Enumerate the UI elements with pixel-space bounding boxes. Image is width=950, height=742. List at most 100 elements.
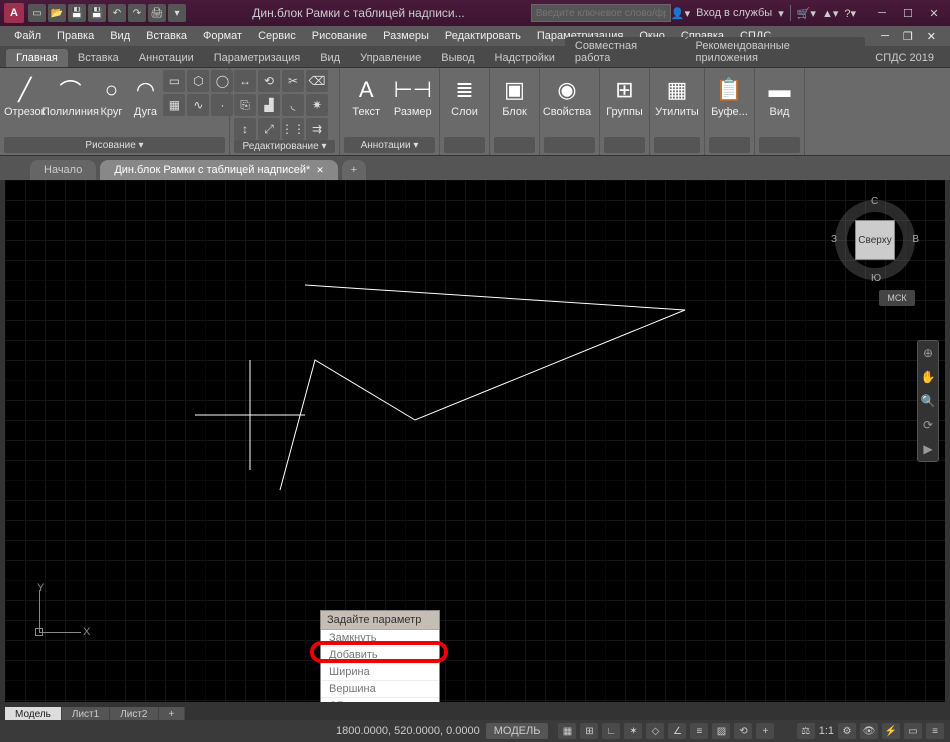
dyn-input-icon[interactable]: +: [756, 723, 774, 739]
app-logo[interactable]: A: [4, 3, 24, 23]
menu-file[interactable]: Файл: [8, 28, 47, 44]
cart-icon[interactable]: 🛒▾: [797, 7, 816, 20]
ctx-vertex[interactable]: Вершина: [321, 681, 439, 698]
otrack-toggle-icon[interactable]: ∠: [668, 723, 686, 739]
cycling-icon[interactable]: ⟲: [734, 723, 752, 739]
doc-restore-icon[interactable]: ❐: [897, 28, 919, 45]
nav-zoom-icon[interactable]: 🔍: [920, 393, 936, 409]
rect-icon[interactable]: ▭: [163, 70, 185, 92]
tab-home[interactable]: Главная: [6, 49, 68, 67]
nav-orbit-icon[interactable]: ⟳: [920, 417, 936, 433]
annotation-scale-icon[interactable]: ⚖: [797, 723, 815, 739]
minimize-button[interactable]: ─: [870, 4, 894, 22]
properties-button[interactable]: ◉Свойства: [544, 70, 590, 118]
tab-featured[interactable]: Рекомендованные приложения: [686, 37, 866, 67]
explode-icon[interactable]: ✷: [306, 94, 328, 116]
model-space-button[interactable]: МОДЕЛЬ: [486, 723, 549, 739]
menu-dimension[interactable]: Размеры: [377, 28, 435, 44]
menu-view[interactable]: Вид: [104, 28, 136, 44]
qat-print-icon[interactable]: 🖨: [148, 4, 166, 22]
spline-icon[interactable]: ∿: [187, 94, 209, 116]
scale-icon[interactable]: ⤢: [258, 118, 280, 140]
snap-toggle-icon[interactable]: ⊞: [580, 723, 598, 739]
nav-showmotion-icon[interactable]: ▶: [920, 441, 936, 457]
dimension-button[interactable]: ⊢⊣Размер: [391, 70, 436, 118]
panel-modify-title[interactable]: Редактирование ▾: [234, 140, 335, 153]
user-icon[interactable]: 👤▾: [671, 7, 690, 20]
maximize-button[interactable]: ☐: [896, 4, 920, 22]
block-button[interactable]: ▣Блок: [494, 70, 535, 118]
arc-button[interactable]: ◠Дуга: [129, 70, 161, 118]
tab-active-doc[interactable]: Дин.блок Рамки с таблицей надписей*✕: [100, 160, 337, 180]
array-icon[interactable]: ⋮⋮: [282, 118, 304, 140]
polyline-button[interactable]: ⌒Полилиния: [47, 70, 93, 118]
tab-view[interactable]: Вид: [310, 49, 350, 67]
tab-addins[interactable]: Надстройки: [485, 49, 565, 67]
close-button[interactable]: ✕: [922, 4, 946, 22]
trim-icon[interactable]: ✂: [282, 70, 304, 92]
menu-tools[interactable]: Сервис: [252, 28, 302, 44]
menu-edit[interactable]: Правка: [51, 28, 100, 44]
clean-screen-icon[interactable]: ▭: [904, 723, 922, 739]
hatch-icon[interactable]: ▦: [163, 94, 185, 116]
drawing-canvas[interactable]: Сверху С Ю В З МСК ⊕ ✋ 🔍 ⟳ ▶ Y X Задайте…: [5, 180, 945, 702]
nav-wheel-icon[interactable]: ⊕: [920, 345, 936, 361]
polar-toggle-icon[interactable]: ✶: [624, 723, 642, 739]
stretch-icon[interactable]: ↕: [234, 118, 256, 140]
customize-icon[interactable]: ≡: [926, 723, 944, 739]
circle-button[interactable]: ○Круг: [95, 70, 127, 118]
menu-draw[interactable]: Рисование: [306, 28, 373, 44]
close-tab-icon[interactable]: ✕: [316, 165, 324, 176]
viewcube[interactable]: Сверху С Ю В З: [835, 200, 915, 280]
copy-icon[interactable]: ⎘: [234, 94, 256, 116]
qat-open-icon[interactable]: 📂: [48, 4, 66, 22]
workspace-icon[interactable]: ⚙: [838, 723, 856, 739]
tab-annotate[interactable]: Аннотации: [129, 49, 204, 67]
clipboard-button[interactable]: 📋Буфе...: [709, 70, 750, 118]
menu-format[interactable]: Формат: [197, 28, 248, 44]
erase-icon[interactable]: ⌫: [306, 70, 328, 92]
mirror-icon[interactable]: ▟: [258, 94, 280, 116]
tab-manage[interactable]: Управление: [350, 49, 431, 67]
ortho-toggle-icon[interactable]: ∟: [602, 723, 620, 739]
panel-annot-title[interactable]: Аннотации ▾: [344, 137, 435, 153]
login-link[interactable]: Вход в службы: [696, 7, 772, 19]
search-input[interactable]: [531, 4, 671, 22]
tab-spds[interactable]: СПДС 2019: [865, 49, 944, 67]
wcs-badge[interactable]: МСК: [879, 290, 915, 306]
tab-insert[interactable]: Вставка: [68, 49, 129, 67]
ctx-width[interactable]: Ширина: [321, 664, 439, 681]
apps-icon[interactable]: ▲▾: [822, 7, 838, 20]
lwt-toggle-icon[interactable]: ≡: [690, 723, 708, 739]
tab-output[interactable]: Вывод: [431, 49, 484, 67]
hardware-accel-icon[interactable]: ⚡: [882, 723, 900, 739]
layers-button[interactable]: ≣Слои: [444, 70, 485, 118]
help-icon[interactable]: ?▾: [844, 7, 856, 20]
grid-toggle-icon[interactable]: ▦: [558, 723, 576, 739]
view-button[interactable]: ▬Вид: [759, 70, 800, 118]
ctx-fit[interactable]: СГладить: [321, 698, 439, 702]
qat-undo-icon[interactable]: ↶: [108, 4, 126, 22]
move-icon[interactable]: ↔: [234, 70, 256, 92]
new-tab-button[interactable]: +: [342, 160, 366, 180]
panel-draw-title[interactable]: Рисование ▾: [4, 137, 225, 153]
transparency-icon[interactable]: ▨: [712, 723, 730, 739]
doc-minimize-icon[interactable]: ─: [875, 28, 895, 45]
qat-redo-icon[interactable]: ↷: [128, 4, 146, 22]
qat-save-icon[interactable]: 💾: [68, 4, 86, 22]
ctx-close[interactable]: Замкнуть: [321, 630, 439, 647]
osnap-toggle-icon[interactable]: ◇: [646, 723, 664, 739]
doc-close-icon[interactable]: ✕: [921, 28, 942, 45]
tab-collab[interactable]: Совместная работа: [565, 37, 686, 67]
fillet-icon[interactable]: ◟: [282, 94, 304, 116]
isolate-icon[interactable]: 👁: [860, 723, 878, 739]
scale-label[interactable]: 1:1: [819, 725, 834, 737]
utilities-button[interactable]: ▦Утилиты: [654, 70, 700, 118]
text-button[interactable]: AТекст: [344, 70, 389, 118]
groups-button[interactable]: ⊞Группы: [604, 70, 645, 118]
poly-icon[interactable]: ⬡: [187, 70, 209, 92]
qat-new-icon[interactable]: ▭: [28, 4, 46, 22]
ctx-add[interactable]: Добавить: [321, 647, 439, 664]
line-button[interactable]: ╱Отрезок: [4, 70, 45, 118]
menu-modify[interactable]: Редактировать: [439, 28, 527, 44]
